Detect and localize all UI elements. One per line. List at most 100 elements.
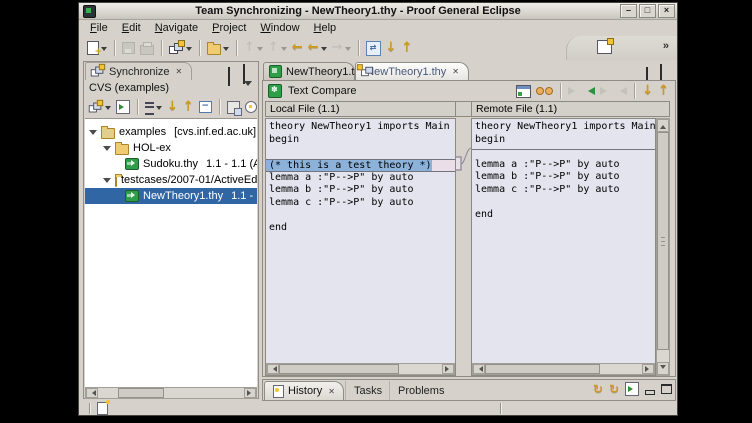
title-bar[interactable]: Team Synchronizing - NewTheory1.thy - Pr… bbox=[79, 3, 677, 20]
link-with-editor-button[interactable] bbox=[225, 98, 242, 116]
copy-all-right-to-left-button[interactable] bbox=[582, 82, 597, 100]
sync-tree[interactable]: examples [cvs.inf.ed.ac.uk] HOL-ex Sudok… bbox=[85, 118, 257, 387]
close-window-button[interactable]: × bbox=[658, 4, 675, 18]
presentation-mode-button[interactable] bbox=[143, 98, 164, 116]
next-difference-button[interactable]: ↓ bbox=[640, 82, 655, 100]
desktop-background: Team Synchronizing - NewTheory1.thy - Pr… bbox=[0, 0, 752, 423]
compare-title: Text Compare bbox=[288, 85, 356, 97]
perspective-overflow-chevron[interactable]: » bbox=[663, 40, 669, 52]
ancestor-pane-icon bbox=[516, 85, 531, 98]
next-difference-button[interactable]: ↓ bbox=[165, 98, 180, 116]
back-history-button[interactable]: ← bbox=[306, 39, 329, 57]
scroll-thumb[interactable] bbox=[485, 364, 600, 374]
synchronize-button[interactable] bbox=[167, 39, 194, 57]
sync-navigate-button[interactable]: ⇄ bbox=[364, 39, 383, 57]
copy-right-icon bbox=[600, 87, 611, 95]
schedule-icon bbox=[245, 101, 257, 113]
synchronize-menu-button[interactable] bbox=[86, 98, 113, 116]
schedule-button[interactable] bbox=[243, 98, 259, 116]
code-line: lemma c :"P-->P" by auto bbox=[472, 184, 655, 197]
compare-mode-icon[interactable] bbox=[625, 382, 639, 396]
minimize-view-button[interactable] bbox=[645, 390, 655, 395]
fast-view-icon[interactable] bbox=[97, 402, 108, 415]
scroll-left-button[interactable] bbox=[473, 364, 485, 374]
tree-row-testcases[interactable]: testcases/2007-01/ActiveEditorW bbox=[85, 172, 257, 188]
code-line: lemma c :"P-->P" by auto bbox=[266, 197, 455, 210]
swap-left-right-button[interactable] bbox=[534, 82, 555, 100]
local-file-header: Local File (1.1) bbox=[265, 101, 456, 117]
menu-help[interactable]: Help bbox=[309, 21, 342, 35]
menu-file[interactable]: File bbox=[85, 21, 113, 35]
previous-difference-button[interactable]: ↑ bbox=[181, 98, 196, 116]
tree-mode-icon bbox=[145, 102, 154, 115]
checkout-button[interactable] bbox=[205, 39, 231, 57]
twistie-expanded-icon[interactable] bbox=[103, 178, 111, 187]
statusbar-separator bbox=[89, 403, 91, 414]
close-view-icon[interactable]: ✕ bbox=[328, 387, 335, 396]
problems-view-tab[interactable]: Problems bbox=[389, 381, 452, 400]
sync-horizontal-scrollbar[interactable] bbox=[85, 387, 257, 399]
menu-navigate[interactable]: Navigate bbox=[150, 21, 203, 35]
scroll-up-button[interactable] bbox=[657, 119, 669, 132]
menu-project[interactable]: Project bbox=[207, 21, 251, 35]
tasks-view-tab[interactable]: Tasks bbox=[345, 381, 390, 400]
remote-horizontal-scrollbar[interactable] bbox=[472, 363, 655, 375]
tree-row-hol-ex[interactable]: HOL-ex bbox=[85, 140, 257, 156]
tree-row-sudoku[interactable]: Sudoku.thy 1.1 - 1.1 (ASCII - bbox=[85, 156, 257, 172]
back-button[interactable]: ← bbox=[290, 39, 305, 57]
arrow-down-icon: ↓ bbox=[642, 84, 653, 98]
synchronize-view-tab[interactable]: Synchronize ✕ bbox=[85, 62, 192, 80]
eclipse-window: Team Synchronizing - NewTheory1.thy - Pr… bbox=[78, 2, 678, 416]
maximize-view-button[interactable] bbox=[661, 384, 672, 394]
local-file-pane[interactable]: theory NewTheory1 imports Main begin (* … bbox=[265, 118, 456, 376]
previous-difference-button[interactable]: ↑ bbox=[656, 82, 671, 100]
maximize-window-button[interactable]: □ bbox=[639, 4, 656, 18]
close-view-icon[interactable]: ✕ bbox=[176, 67, 183, 76]
link-icon bbox=[227, 101, 240, 114]
print-icon bbox=[140, 45, 154, 55]
refresh-icon[interactable]: ↻ bbox=[593, 382, 603, 396]
chevron-down-icon bbox=[186, 47, 192, 54]
previous-change-button[interactable]: ↑ bbox=[399, 39, 414, 57]
scroll-left-button[interactable] bbox=[267, 364, 279, 374]
collapse-all-button[interactable]: − bbox=[197, 98, 214, 116]
minimize-window-button[interactable]: – bbox=[620, 4, 637, 18]
new-wizard-button[interactable]: + bbox=[85, 39, 109, 57]
chevron-down-icon bbox=[321, 47, 327, 54]
team-synchronizing-perspective-icon[interactable] bbox=[597, 40, 612, 54]
local-horizontal-scrollbar[interactable] bbox=[266, 363, 455, 375]
scroll-thumb[interactable] bbox=[279, 364, 399, 374]
tree-row-examples[interactable]: examples [cvs.inf.ed.ac.uk] bbox=[85, 124, 257, 140]
repository-folder-icon bbox=[101, 128, 115, 139]
scroll-right-button[interactable] bbox=[442, 364, 454, 374]
scroll-right-button[interactable] bbox=[642, 364, 654, 374]
text-compare-icon bbox=[268, 84, 282, 98]
scroll-left-button[interactable] bbox=[86, 388, 98, 398]
editor-tab-newtheory1-compare[interactable]: NewTheory1.thy ✕ bbox=[355, 62, 469, 80]
synchronize-icon bbox=[169, 42, 184, 55]
menu-window[interactable]: Window bbox=[255, 21, 304, 35]
minimize-view-button[interactable] bbox=[228, 68, 230, 86]
remote-file-header: Remote File (1.1) bbox=[471, 101, 670, 117]
twistie-expanded-icon[interactable] bbox=[89, 130, 97, 139]
scroll-right-button[interactable] bbox=[244, 388, 256, 398]
show-ancestor-pane-button[interactable] bbox=[514, 82, 533, 100]
scroll-down-button[interactable] bbox=[657, 362, 669, 375]
remote-vertical-scrollbar[interactable] bbox=[656, 118, 670, 376]
menu-edit[interactable]: Edit bbox=[117, 21, 146, 35]
scroll-thumb[interactable] bbox=[657, 132, 669, 350]
remote-file-pane[interactable]: theory NewTheory1 imports Main begin lem… bbox=[471, 118, 656, 376]
toolbar-separator bbox=[161, 40, 163, 56]
refresh-remote-icon[interactable]: ↻ bbox=[609, 382, 619, 396]
close-tab-icon[interactable]: ✕ bbox=[452, 67, 459, 76]
arrow-up-icon: ↑ bbox=[401, 41, 412, 55]
synchronize-icon bbox=[89, 101, 103, 113]
tree-row-newtheory1[interactable]: NewTheory1.thy 1.1 - 1.1 (A bbox=[85, 188, 257, 204]
editor-tab-newtheory1[interactable]: NewTheory1.thy bbox=[263, 62, 355, 80]
history-view-tab[interactable]: History ✕ bbox=[264, 381, 344, 400]
twistie-expanded-icon[interactable] bbox=[103, 146, 111, 155]
copy-all-left-to-right-button bbox=[566, 82, 581, 100]
pin-synchronization-button[interactable] bbox=[114, 98, 132, 116]
scroll-thumb[interactable] bbox=[118, 388, 164, 398]
next-change-button[interactable]: ↓ bbox=[384, 39, 399, 57]
